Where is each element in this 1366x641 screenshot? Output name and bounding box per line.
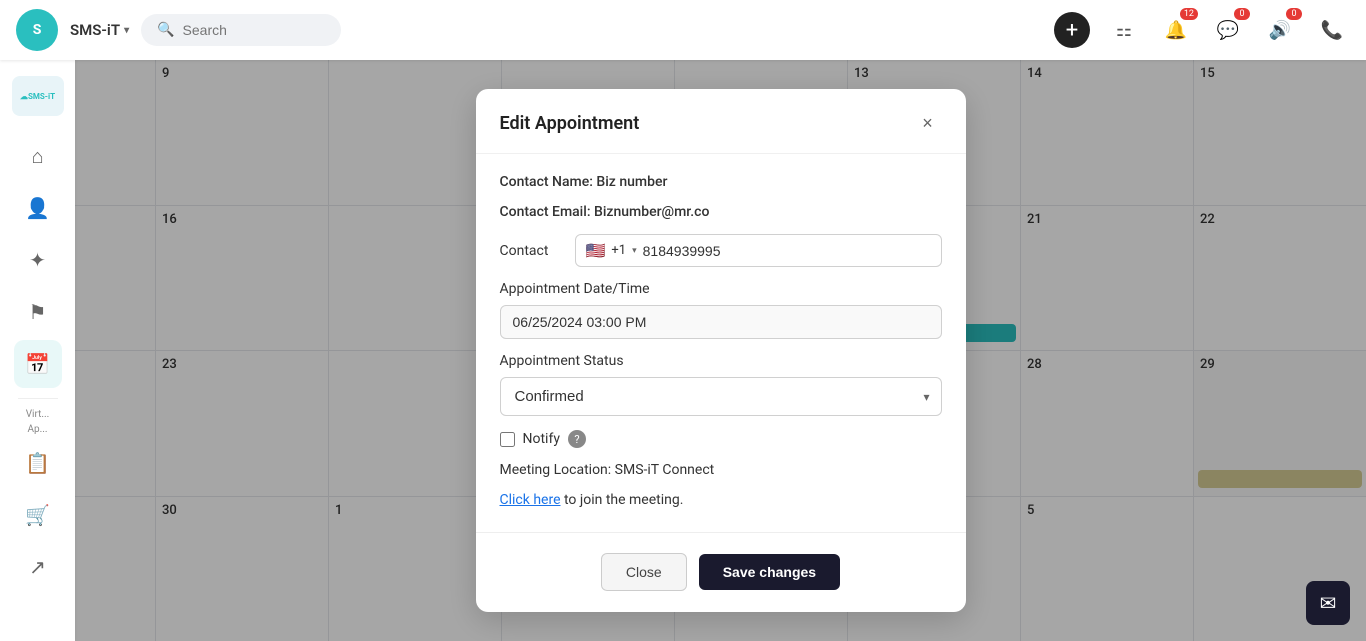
sidebar-item-funnel[interactable]: ⚑ (14, 288, 62, 336)
phone-icon[interactable]: 📞 (1314, 12, 1350, 48)
modal-body: Contact Name: Biz number Contact Email: … (476, 154, 966, 528)
sidebar-divider (18, 398, 58, 399)
modal-divider (476, 532, 966, 533)
topbar: S SMS-iT ▾ 🔍 + ⚏ 🔔 12 💬 0 🔊 0 📞 (0, 0, 1366, 60)
modal-overlay: Edit Appointment × Contact Name: Biz num… (75, 60, 1366, 641)
contact-phone-row: Contact 🇺🇸 +1 ▾ (500, 234, 942, 267)
edit-appointment-modal: Edit Appointment × Contact Name: Biz num… (476, 89, 966, 612)
phone-input-wrap[interactable]: 🇺🇸 +1 ▾ (575, 234, 942, 267)
chat-bubble[interactable]: ✉ (1306, 581, 1350, 625)
alerts-badge: 0 (1286, 8, 1302, 20)
sidebar-item-cart[interactable]: 🛒 (14, 491, 62, 539)
chat-icon: ✉ (1320, 591, 1337, 615)
notification-badge: 12 (1180, 8, 1198, 20)
flag-icon: 🇺🇸 (586, 241, 606, 260)
sidebar: ☁SMS-iT ⌂ 👤 ✦ ⚑ 📅 Virt... Ap... 📋 🛒 ↗ (0, 60, 75, 641)
status-select-wrap: Confirmed Pending Cancelled Completed ▾ (500, 377, 942, 416)
meeting-link-suffix: to join the meeting. (564, 492, 683, 508)
phone-number-input[interactable] (643, 243, 931, 259)
brand-chevron-icon: ▾ (124, 25, 129, 36)
sidebar-item-docs[interactable]: 📋 (14, 439, 62, 487)
sidebar-item-export[interactable]: ↗ (14, 543, 62, 591)
sidebar-label-virtual[interactable]: Virt... (5, 409, 70, 420)
topbar-right: + ⚏ 🔔 12 💬 0 🔊 0 📞 (1054, 12, 1350, 48)
phone-country-code: +1 (611, 243, 626, 258)
datetime-section: Appointment Date/Time (500, 281, 942, 339)
sidebar-label-appointments[interactable]: Ap... (5, 424, 70, 435)
notify-row: Notify ? (500, 430, 942, 448)
sidebar-item-hub[interactable]: ✦ (14, 236, 62, 284)
notify-checkbox[interactable] (500, 432, 515, 447)
contact-email-value: Biznumber@mr.co (594, 204, 709, 220)
meeting-link-row: Click here to join the meeting. (500, 492, 942, 508)
meeting-link[interactable]: Click here (500, 492, 561, 508)
messages-badge: 0 (1234, 8, 1250, 20)
modal-title: Edit Appointment (500, 113, 640, 134)
status-select[interactable]: Confirmed Pending Cancelled Completed (500, 377, 942, 416)
messages-icon[interactable]: 💬 0 (1210, 12, 1246, 48)
contact-name-field: Contact Name: Biz number (500, 174, 942, 190)
help-icon[interactable]: ? (568, 430, 586, 448)
contact-email-field: Contact Email: Biznumber@mr.co (500, 204, 942, 220)
status-section: Appointment Status Confirmed Pending Can… (500, 353, 942, 416)
meeting-location-label: Meeting Location: (500, 462, 612, 478)
contact-email-label: Contact Email: (500, 204, 591, 220)
save-changes-button[interactable]: Save changes (699, 554, 840, 590)
apps-icon[interactable]: ⚏ (1106, 12, 1142, 48)
add-button[interactable]: + (1054, 12, 1090, 48)
notify-label: Notify (523, 431, 560, 447)
sidebar-item-user[interactable]: 👤 (14, 184, 62, 232)
meeting-location-value: SMS-iT Connect (615, 462, 715, 478)
brand-name[interactable]: SMS-iT ▾ (70, 21, 129, 39)
search-input[interactable] (183, 22, 323, 38)
modal-close-button[interactable]: × (914, 109, 942, 137)
status-label: Appointment Status (500, 353, 942, 369)
datetime-input[interactable] (500, 305, 942, 339)
modal-footer: Close Save changes (476, 537, 966, 612)
main-content: 9 13 14 15 16 20 21 22 23 27 28 29 30 (75, 60, 1366, 641)
notifications-icon[interactable]: 🔔 12 (1158, 12, 1194, 48)
phone-chevron-icon: ▾ (632, 246, 637, 256)
contact-name-value: Biz number (596, 174, 667, 190)
search-icon: 🔍 (157, 22, 174, 38)
close-button[interactable]: Close (601, 553, 687, 591)
sidebar-logo: ☁SMS-iT (12, 76, 64, 116)
sidebar-item-calendar[interactable]: 📅 (14, 340, 62, 388)
contact-name-label: Contact Name: (500, 174, 593, 190)
search-bar[interactable]: 🔍 (141, 14, 341, 46)
datetime-label: Appointment Date/Time (500, 281, 942, 297)
sidebar-item-home[interactable]: ⌂ (14, 132, 62, 180)
contact-phone-label: Contact (500, 243, 565, 259)
meeting-location: Meeting Location: SMS-iT Connect (500, 462, 942, 478)
alerts-icon[interactable]: 🔊 0 (1262, 12, 1298, 48)
modal-header: Edit Appointment × (476, 89, 966, 154)
logo-avatar: S (16, 9, 58, 51)
